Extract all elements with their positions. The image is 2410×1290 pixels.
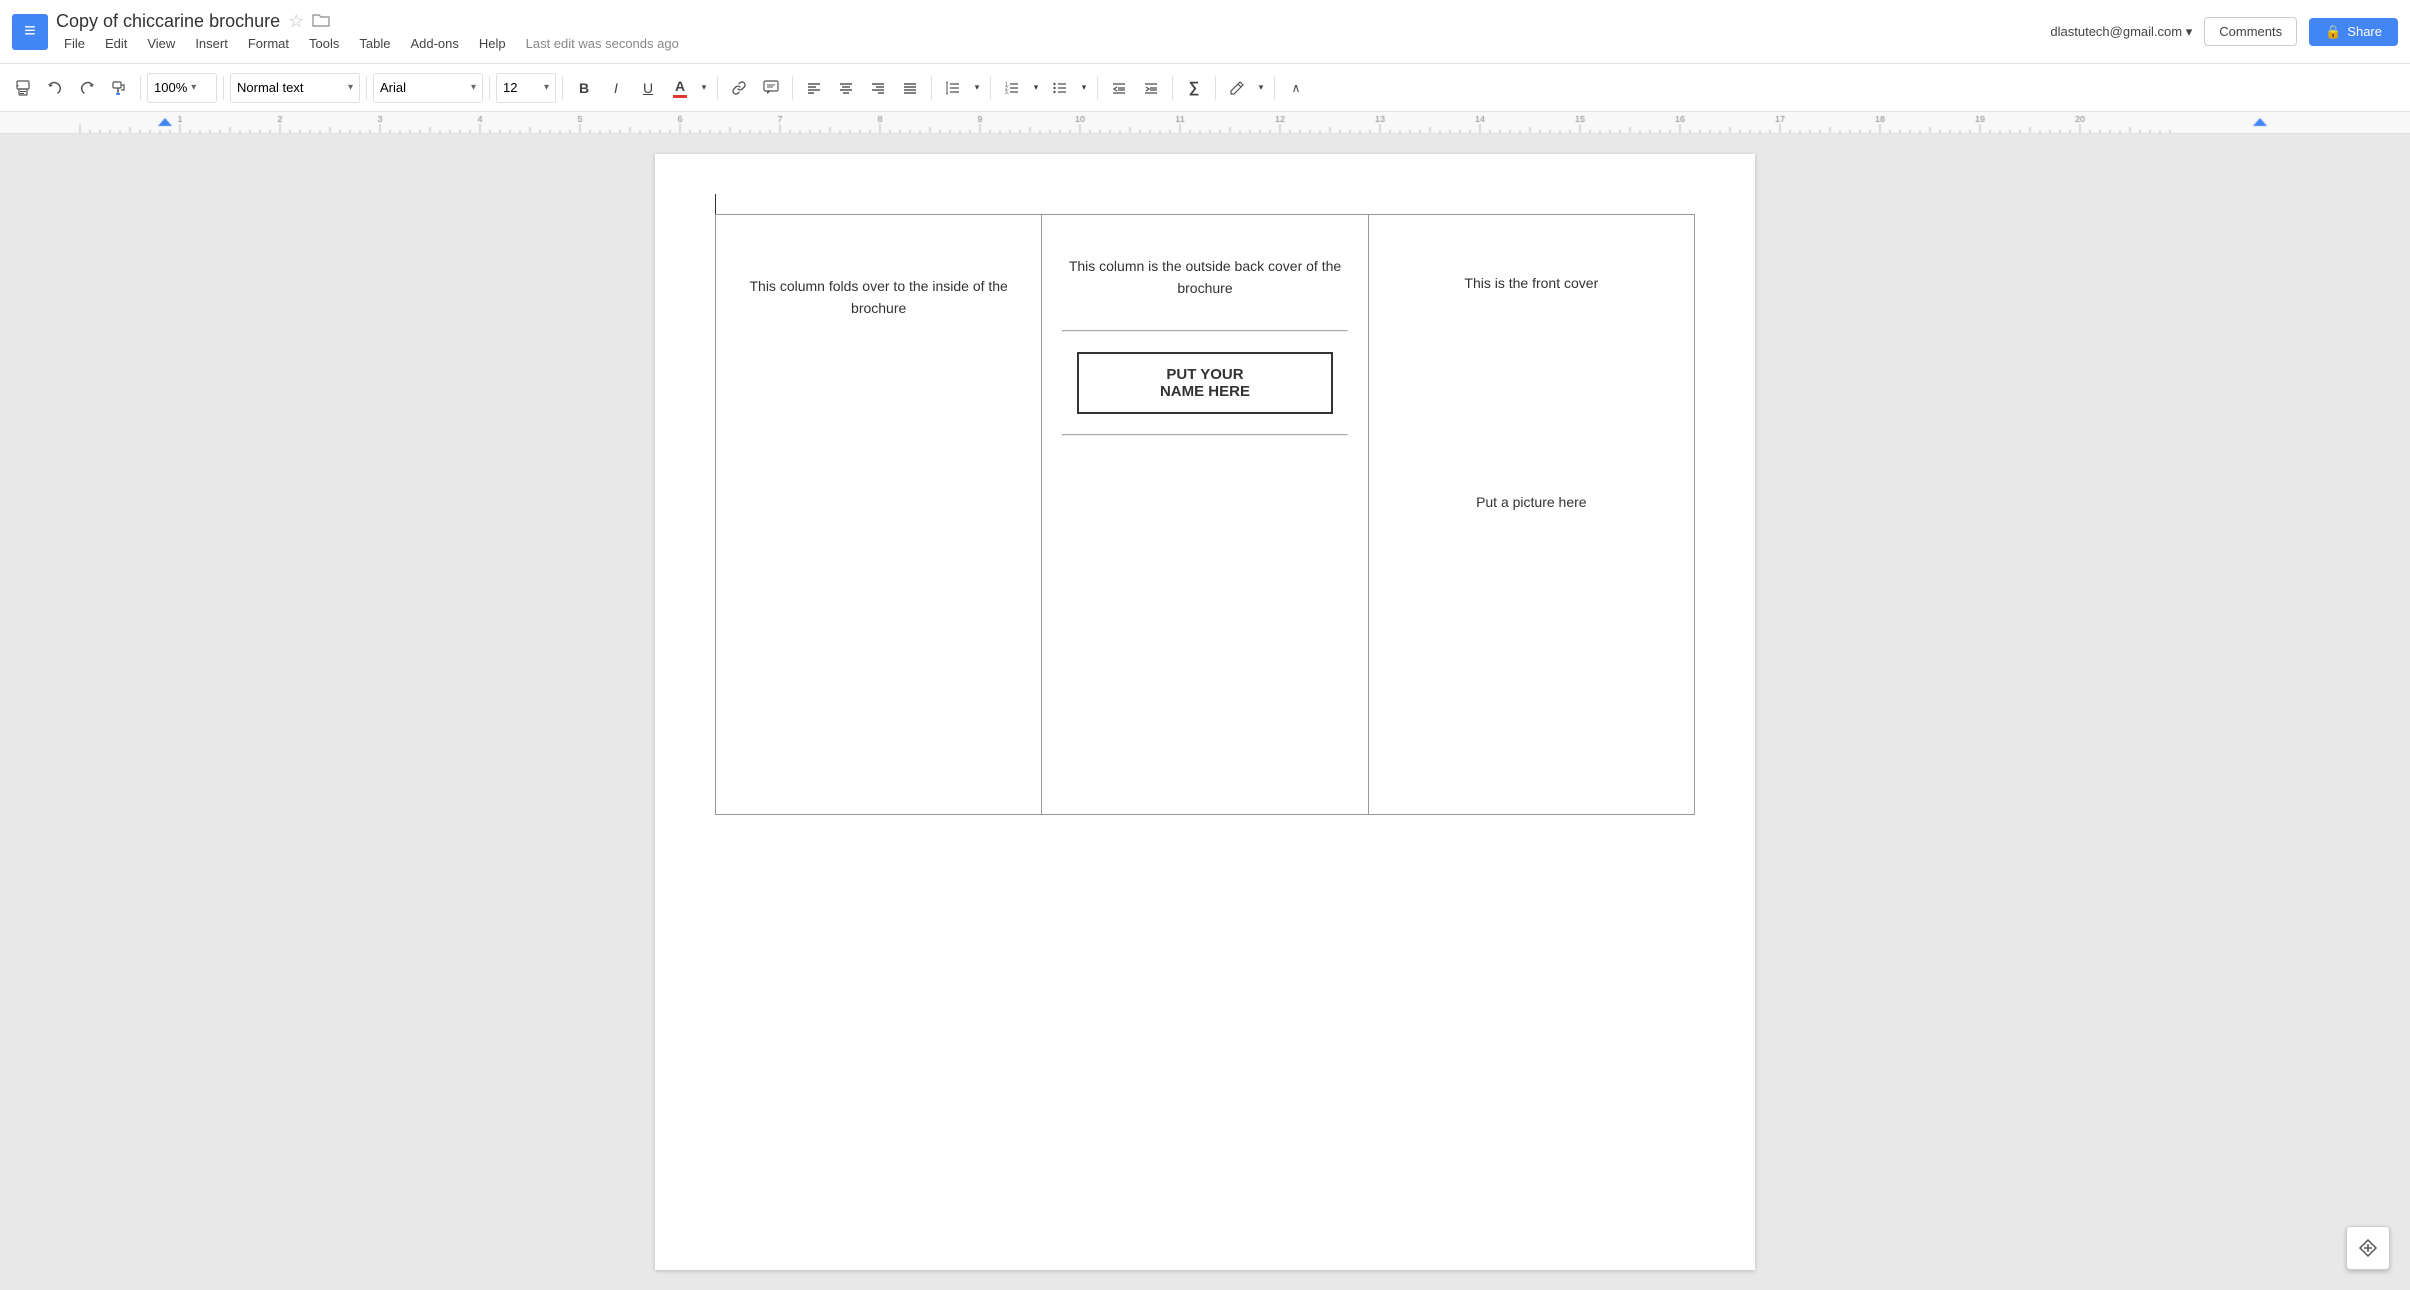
folder-icon[interactable]: [312, 11, 330, 32]
brochure-col2[interactable]: This column is the outside back cover of…: [1042, 215, 1368, 815]
line-spacing-arrow[interactable]: ▾: [970, 73, 984, 103]
separator-9: [990, 76, 991, 100]
redo-button[interactable]: [72, 73, 102, 103]
col1-text: This column folds over to the inside of …: [736, 275, 1021, 320]
align-right-button[interactable]: [863, 73, 893, 103]
menu-table[interactable]: Table: [351, 34, 398, 53]
doc-title-row: Copy of chiccarine brochure ☆: [56, 11, 2042, 32]
separator-13: [1274, 76, 1275, 100]
col1-content: This column folds over to the inside of …: [736, 235, 1021, 320]
format-paint-button[interactable]: [104, 73, 134, 103]
separator-6: [717, 76, 718, 100]
name-box-text: PUT YOUR NAME HERE: [1099, 366, 1312, 400]
menu-file[interactable]: File: [56, 34, 93, 53]
text-color-button[interactable]: A: [665, 73, 695, 103]
share-button[interactable]: 🔒 Share: [2309, 18, 2398, 46]
brochure-row: This column folds over to the inside of …: [716, 215, 1695, 815]
separator-5: [562, 76, 563, 100]
text-color-arrow[interactable]: ▾: [697, 73, 711, 103]
zoom-select[interactable]: 100% ▾: [147, 73, 217, 103]
col2-top-text: This column is the outside back cover of…: [1062, 255, 1347, 300]
style-select[interactable]: Normal text ▾: [230, 73, 360, 103]
col2-content: This column is the outside back cover of…: [1062, 235, 1347, 446]
indent-decrease-button[interactable]: [1104, 73, 1134, 103]
document-page[interactable]: This column folds over to the inside of …: [655, 154, 1755, 1270]
user-email[interactable]: dlastutech@gmail.com ▾: [2050, 24, 2192, 40]
underline-button[interactable]: U: [633, 73, 663, 103]
menu-edit[interactable]: Edit: [97, 34, 135, 53]
text-cursor: [715, 194, 716, 214]
brochure-col3[interactable]: This is the front cover Put a picture he…: [1368, 215, 1694, 815]
separator-11: [1172, 76, 1173, 100]
floating-assist-button[interactable]: [2346, 1226, 2390, 1270]
menu-format[interactable]: Format: [240, 34, 297, 53]
picture-placeholder: Put a picture here: [1476, 491, 1587, 513]
comments-button[interactable]: Comments: [2204, 17, 2297, 46]
separator-10: [1097, 76, 1098, 100]
drawing-button[interactable]: [1222, 73, 1252, 103]
menu-help[interactable]: Help: [471, 34, 514, 53]
print-button[interactable]: [8, 73, 38, 103]
link-button[interactable]: [724, 73, 754, 103]
separator-7: [792, 76, 793, 100]
toolbar: 100% ▾ Normal text ▾ Arial ▾ 12 ▾ B I U …: [0, 64, 2410, 112]
star-icon[interactable]: ☆: [288, 11, 304, 32]
italic-button[interactable]: I: [601, 73, 631, 103]
name-box[interactable]: PUT YOUR NAME HERE: [1077, 352, 1334, 414]
drawing-arrow[interactable]: ▾: [1254, 73, 1268, 103]
indent-increase-button[interactable]: [1136, 73, 1166, 103]
top-right-actions: dlastutech@gmail.com ▾ Comments 🔒 Share: [2050, 17, 2398, 46]
brochure-col1[interactable]: This column folds over to the inside of …: [716, 215, 1042, 815]
line-spacing-button[interactable]: [938, 73, 968, 103]
comment-button[interactable]: [756, 73, 786, 103]
lock-icon: 🔒: [2325, 24, 2341, 40]
separator-4: [489, 76, 490, 100]
col3-content: This is the front cover Put a picture he…: [1389, 235, 1674, 513]
brochure-table: This column folds over to the inside of …: [715, 214, 1695, 815]
justify-button[interactable]: [895, 73, 925, 103]
doc-title: Copy of chiccarine brochure: [56, 11, 280, 32]
toolbar-collapse-button[interactable]: ∧: [1281, 73, 1311, 103]
document-area[interactable]: This column folds over to the inside of …: [0, 134, 2410, 1290]
align-left-button[interactable]: [799, 73, 829, 103]
separator-1: [140, 76, 141, 100]
menu-bar: File Edit View Insert Format Tools Table…: [56, 34, 2042, 53]
separator-8: [931, 76, 932, 100]
menu-tools[interactable]: Tools: [301, 34, 347, 53]
undo-button[interactable]: [40, 73, 70, 103]
separator-12: [1215, 76, 1216, 100]
font-size-select[interactable]: 12 ▾: [496, 73, 556, 103]
bullet-list-button[interactable]: [1045, 73, 1075, 103]
numbered-list-arrow[interactable]: ▾: [1029, 73, 1043, 103]
bold-button[interactable]: B: [569, 73, 599, 103]
formula-button[interactable]: ∑: [1179, 73, 1209, 103]
front-cover-text: This is the front cover: [1464, 275, 1598, 291]
app-menu-icon[interactable]: ≡: [12, 14, 48, 50]
numbered-list-button[interactable]: 1.2.3.: [997, 73, 1027, 103]
menu-insert[interactable]: Insert: [187, 34, 236, 53]
font-select[interactable]: Arial ▾: [373, 73, 483, 103]
doc-title-section: Copy of chiccarine brochure ☆ File Edit …: [56, 11, 2042, 53]
top-bar: ≡ Copy of chiccarine brochure ☆ File Edi…: [0, 0, 2410, 64]
ruler: [0, 112, 2410, 134]
separator-3: [366, 76, 367, 100]
menu-view[interactable]: View: [139, 34, 183, 53]
separator-2: [223, 76, 224, 100]
text-color-indicator: [673, 95, 687, 98]
col2-divider-2: [1062, 434, 1347, 436]
menu-addons[interactable]: Add-ons: [402, 34, 466, 53]
col2-divider: [1062, 330, 1347, 332]
svg-text:3.: 3.: [1005, 90, 1009, 96]
bullet-list-arrow[interactable]: ▾: [1077, 73, 1091, 103]
align-center-button[interactable]: [831, 73, 861, 103]
last-edit-status: Last edit was seconds ago: [526, 36, 679, 51]
